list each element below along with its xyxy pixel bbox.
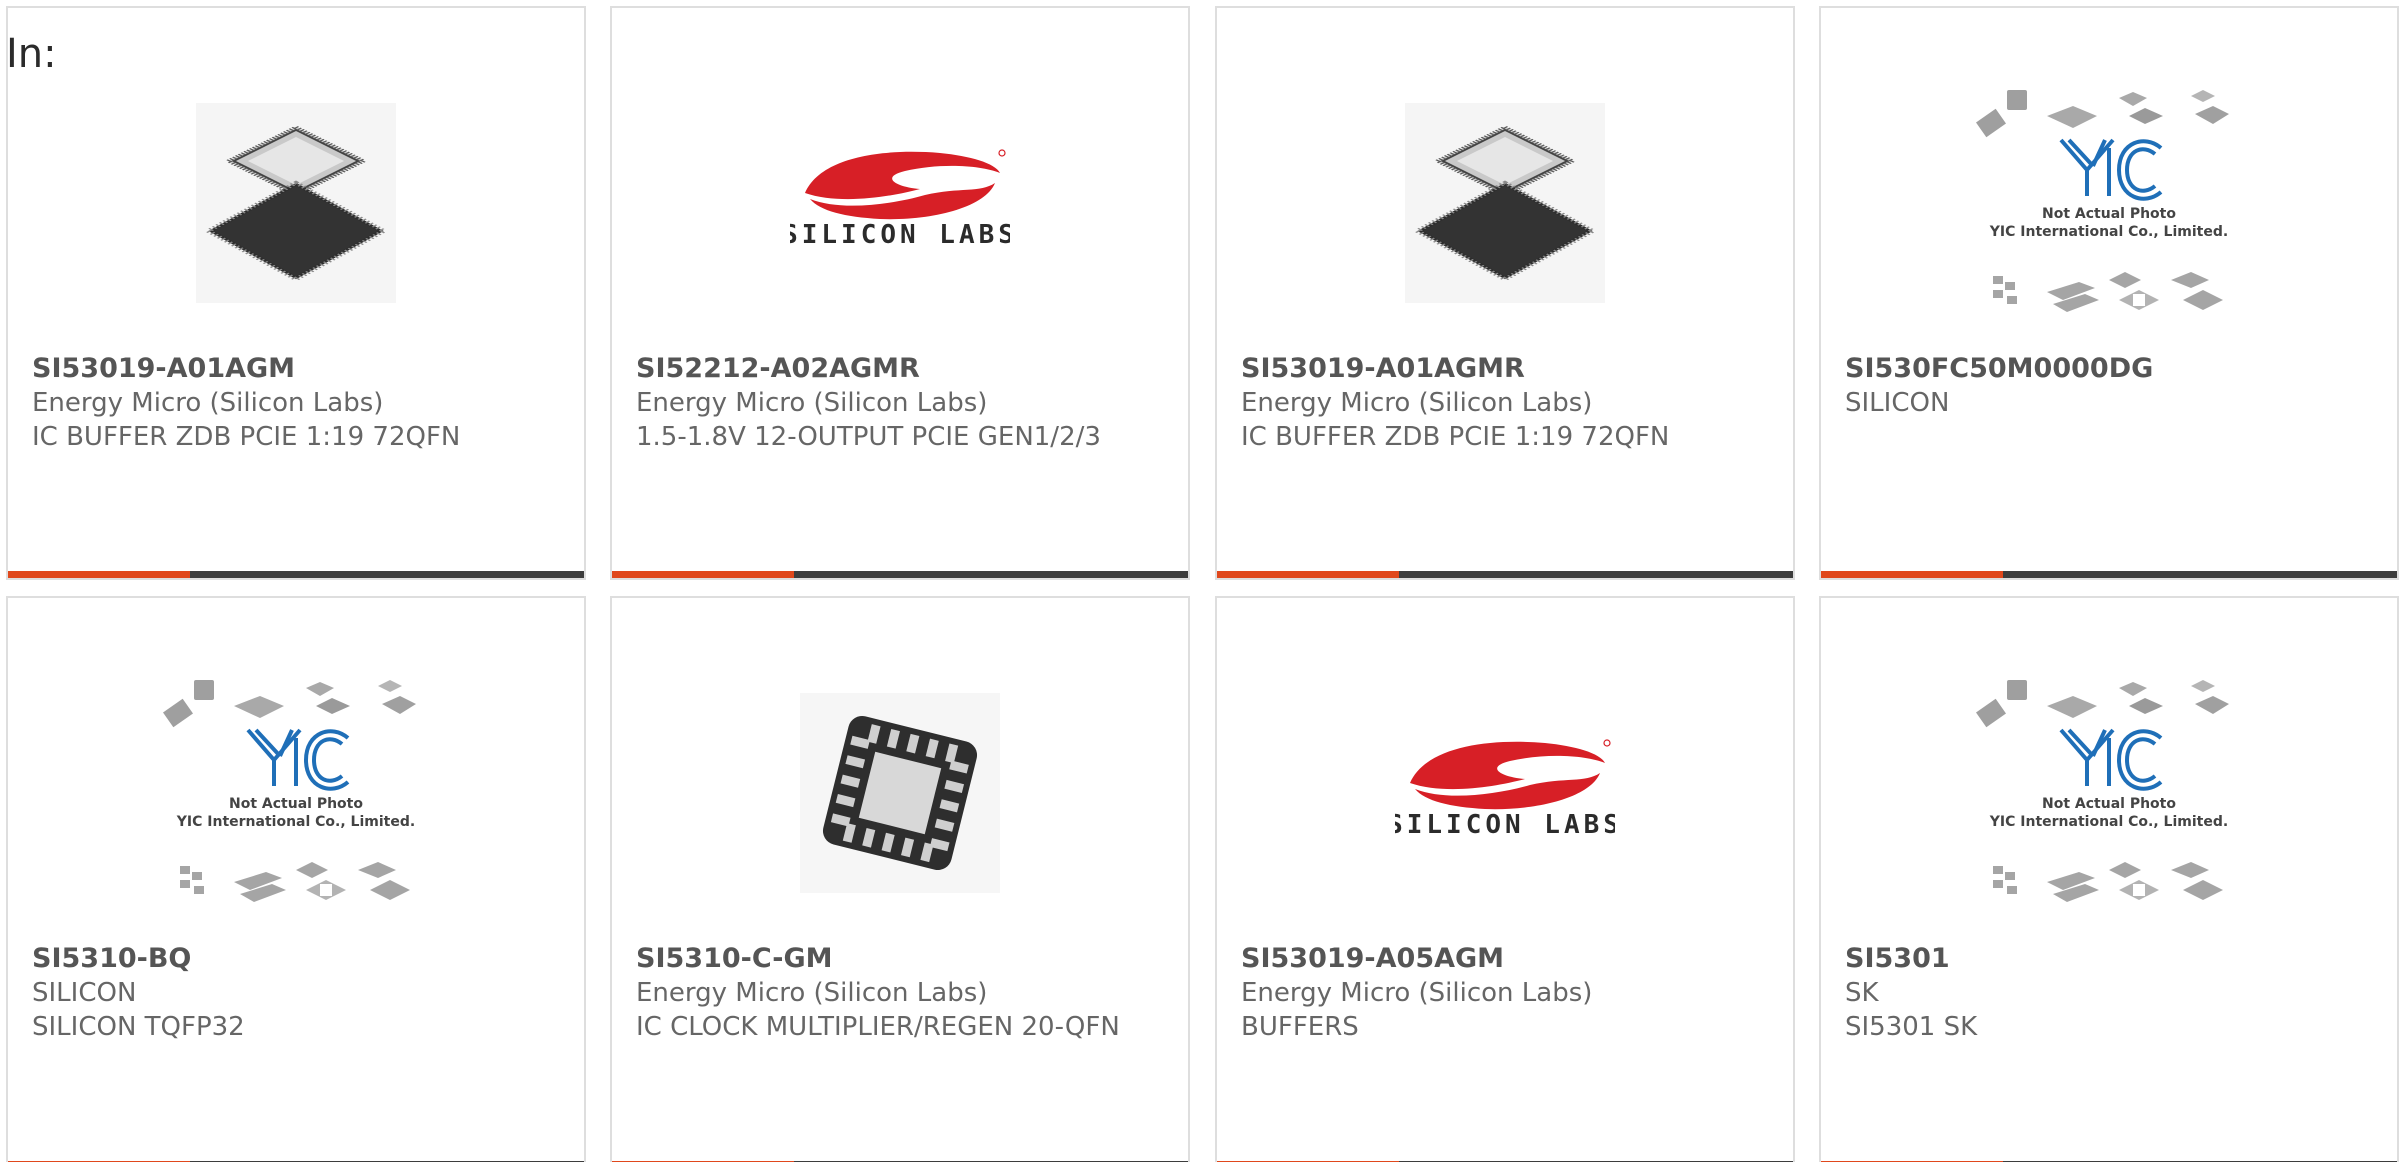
placeholder-line2: YIC International Co., Limited. (1989, 814, 2228, 830)
card-bottom-bar (1821, 571, 2397, 578)
manufacturer-name: Energy Micro (Silicon Labs) (32, 388, 384, 418)
placeholder-line1: Not Actual Photo (229, 796, 363, 812)
card-bottom-accent (1217, 571, 1399, 578)
silicon-labs-logo: SILICON LABS (1395, 739, 1615, 840)
card-bottom-bar (612, 571, 1188, 578)
product-thumbnail[interactable]: Not Actual Photo YIC International Co., … (1821, 658, 2397, 928)
silicon-labs-logo-text: SILICON LABS (790, 220, 1010, 250)
part-number-link[interactable]: SI53019-A01AGMR (1241, 352, 1773, 386)
part-number-link[interactable]: SI530FC50M0000DG (1845, 352, 2377, 386)
product-card[interactable]: SILICON LABS SI52212-A02AGMR Energy Micro… (610, 6, 1190, 580)
card-bottom-bar (8, 571, 584, 578)
product-thumbnail[interactable] (1217, 68, 1793, 338)
product-info: SI53019-A01AGM Energy Micro (Silicon Labs… (32, 352, 564, 454)
product-info: SI52212-A02AGMR Energy Micro (Silicon Lab… (636, 352, 1168, 454)
qfn-chip-image (1405, 103, 1605, 303)
product-thumbnail[interactable] (8, 68, 584, 338)
card-bottom-rest (2003, 571, 2397, 578)
yic-placeholder-image: Not Actual Photo YIC International Co., … (1976, 680, 2229, 902)
card-bottom-rest (1399, 571, 1793, 578)
product-thumbnail[interactable]: SILICON LABS (1217, 658, 1793, 928)
product-grid-page: In: SI53019-A01AGM Energy Micro (Silicon … (0, 0, 2400, 1162)
product-info: SI5301 SK SI5301 SK (1845, 942, 2377, 1044)
product-description: SILICON TQFP32 (32, 1012, 245, 1042)
product-thumbnail[interactable]: Not Actual Photo YIC International Co., … (8, 658, 584, 928)
placeholder-line1: Not Actual Photo (2042, 796, 2176, 812)
placeholder-line1: Not Actual Photo (2042, 206, 2176, 222)
card-bottom-bar (1217, 571, 1793, 578)
part-number-link[interactable]: SI52212-A02AGMR (636, 352, 1168, 386)
manufacturer-name: SK (1845, 978, 1879, 1008)
card-bottom-rest (190, 571, 584, 578)
card-bottom-rest (794, 571, 1188, 578)
product-info: SI53019-A05AGM Energy Micro (Silicon Labs… (1241, 942, 1773, 1044)
silicon-labs-logo-text: SILICON LABS (1395, 810, 1615, 840)
part-number-link[interactable]: SI53019-A05AGM (1241, 942, 1773, 976)
product-thumbnail[interactable] (612, 658, 1188, 928)
product-card[interactable]: Not Actual Photo YIC International Co., … (6, 596, 586, 1162)
yic-placeholder-image: Not Actual Photo YIC International Co., … (163, 680, 416, 902)
product-info: SI5310-BQ SILICON SILICON TQFP32 (32, 942, 564, 1044)
product-card[interactable]: SI5310-C-GM Energy Micro (Silicon Labs) IC… (610, 596, 1190, 1162)
manufacturer-name: Energy Micro (Silicon Labs) (1241, 978, 1593, 1008)
product-card[interactable]: Not Actual Photo YIC International Co., … (1819, 596, 2399, 1162)
part-number-link[interactable]: SI5310-BQ (32, 942, 564, 976)
placeholder-line2: YIC International Co., Limited. (176, 814, 415, 830)
product-thumbnail[interactable]: SILICON LABS (612, 68, 1188, 338)
manufacturer-name: Energy Micro (Silicon Labs) (636, 978, 988, 1008)
product-card[interactable]: SI53019-A01AGM Energy Micro (Silicon Labs… (6, 6, 586, 580)
manufacturer-name: SILICON (32, 978, 137, 1008)
card-bottom-accent (1821, 571, 2003, 578)
part-number-link[interactable]: SI5301 (1845, 942, 2377, 976)
product-description: IC CLOCK MULTIPLIER/REGEN 20-QFN (636, 1012, 1120, 1042)
card-bottom-accent (612, 571, 794, 578)
product-info: SI5310-C-GM Energy Micro (Silicon Labs) IC… (636, 942, 1168, 1044)
card-bottom-accent (8, 571, 190, 578)
product-info: SI530FC50M0000DG SILICON (1845, 352, 2377, 420)
product-card[interactable]: SILICON LABS SI53019-A05AGM Energy Micro … (1215, 596, 1795, 1162)
product-description: SI5301 SK (1845, 1012, 1978, 1042)
qfn20-chip-image (800, 693, 1000, 893)
product-card[interactable]: SI53019-A01AGMR Energy Micro (Silicon Lab… (1215, 6, 1795, 580)
product-info: SI53019-A01AGMR Energy Micro (Silicon Lab… (1241, 352, 1773, 454)
qfn-chip-image (196, 103, 396, 303)
part-number-link[interactable]: SI53019-A01AGM (32, 352, 564, 386)
manufacturer-name: SILICON (1845, 388, 1950, 418)
manufacturer-name: Energy Micro (Silicon Labs) (1241, 388, 1593, 418)
product-thumbnail[interactable]: Not Actual Photo YIC International Co., … (1821, 68, 2397, 338)
product-description: 1.5-1.8V 12-OUTPUT PCIE GEN1/2/3 (636, 422, 1101, 452)
product-description: BUFFERS (1241, 1012, 1359, 1042)
silicon-labs-logo: SILICON LABS (790, 149, 1010, 250)
product-card[interactable]: Not Actual Photo YIC International Co., … (1819, 6, 2399, 580)
yic-placeholder-image: Not Actual Photo YIC International Co., … (1976, 90, 2229, 312)
in-label: In: (6, 31, 57, 77)
product-description: IC BUFFER ZDB PCIE 1:19 72QFN (32, 422, 461, 452)
product-description: IC BUFFER ZDB PCIE 1:19 72QFN (1241, 422, 1670, 452)
part-number-link[interactable]: SI5310-C-GM (636, 942, 1168, 976)
placeholder-line2: YIC International Co., Limited. (1989, 224, 2228, 240)
manufacturer-name: Energy Micro (Silicon Labs) (636, 388, 988, 418)
